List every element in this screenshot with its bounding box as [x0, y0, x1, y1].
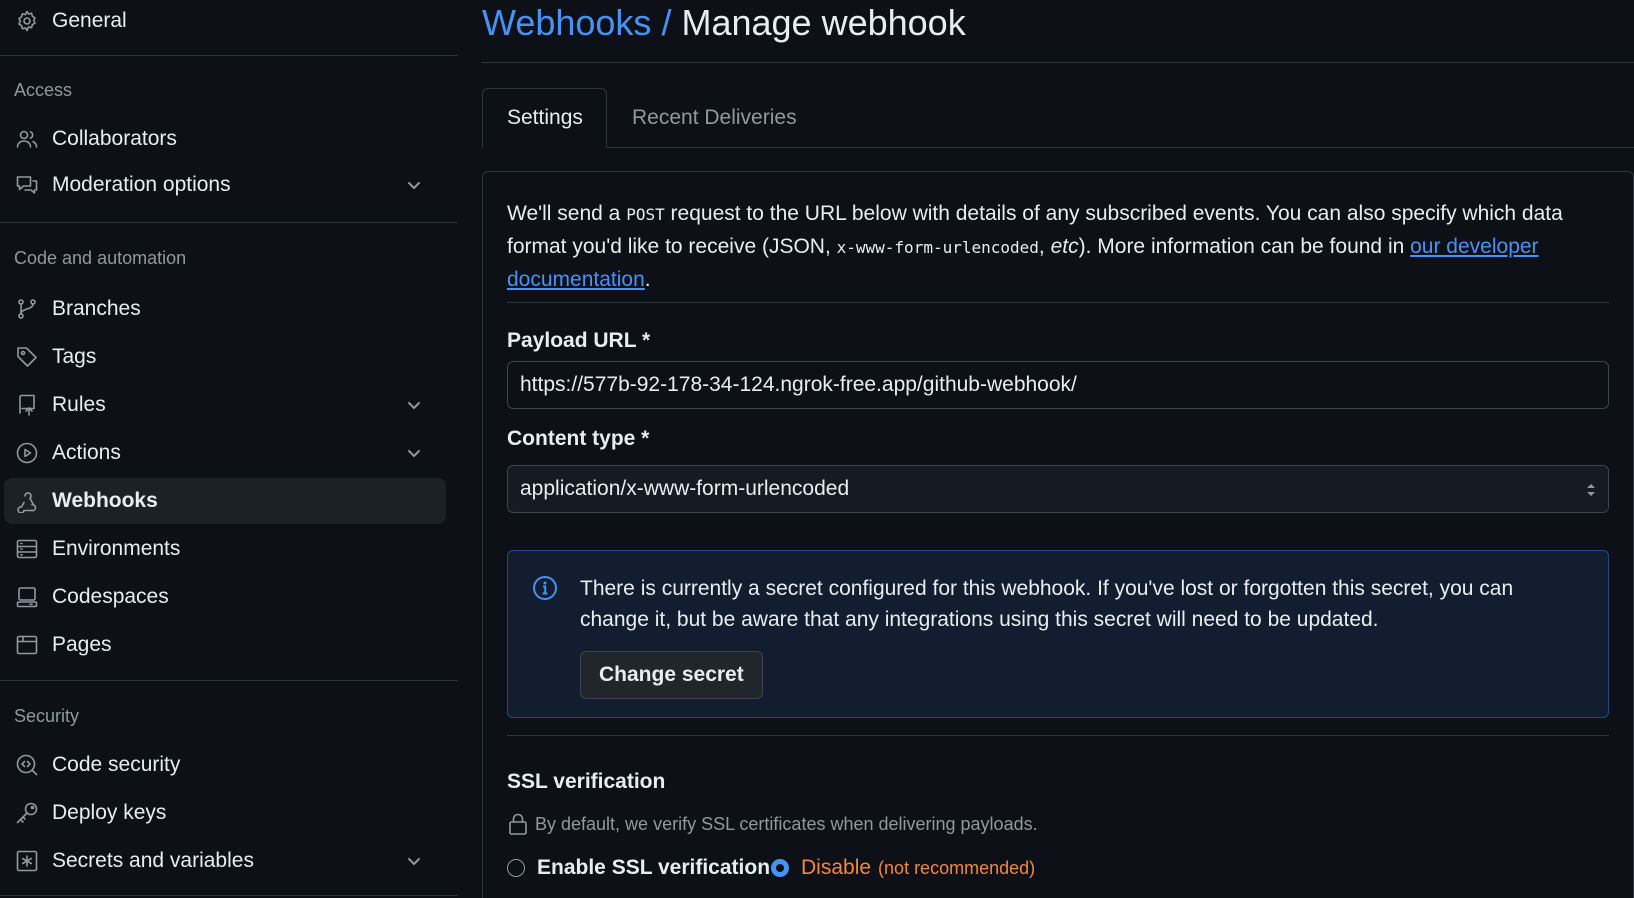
- chevron-down-icon: [404, 175, 424, 195]
- sidebar-item-moderation-options[interactable]: Moderation options: [4, 162, 446, 208]
- page-title: Webhooks / Manage webhook: [482, 2, 966, 44]
- ssl-description-text: By default, we verify SSL certificates w…: [535, 813, 1038, 834]
- gear-icon: [14, 8, 40, 34]
- webhook-icon: [14, 488, 40, 514]
- divider: [482, 62, 1634, 63]
- repo-push-icon: [14, 392, 40, 418]
- sidebar-item-code-security[interactable]: Code security: [4, 742, 446, 788]
- lock-icon: [509, 813, 527, 835]
- chevron-down-icon: [404, 443, 424, 463]
- section-heading-security: Security: [14, 706, 80, 726]
- play-icon: [14, 440, 40, 466]
- enable-ssl-radio[interactable]: Enable SSL verification: [507, 856, 770, 880]
- intro-part: We'll send a: [507, 202, 627, 225]
- chevron-down-icon: [404, 851, 424, 871]
- sidebar-item-label: Secrets and variables: [52, 849, 254, 872]
- radio-button-checked[interactable]: [771, 859, 789, 877]
- tab-settings[interactable]: Settings: [482, 88, 607, 148]
- settings-sidebar: General Access Collaborators Moderation …: [0, 0, 458, 898]
- section-heading-access: Access: [14, 80, 73, 100]
- disable-ssl-radio[interactable]: Disable (not recommended): [771, 856, 1035, 880]
- info-icon: [533, 576, 557, 600]
- asterisk-icon: [14, 848, 40, 874]
- sidebar-item-label: Code security: [52, 753, 181, 776]
- breadcrumb-webhooks-link[interactable]: Webhooks: [482, 2, 651, 43]
- intro-part: ). More information can be found in: [1078, 235, 1411, 258]
- key-icon: [14, 800, 40, 826]
- sidebar-item-label: Deploy keys: [52, 801, 167, 824]
- content-type-label: Content type *: [507, 427, 650, 450]
- content-type-value: application/x-www-form-urlencoded: [520, 477, 850, 500]
- tag-icon: [14, 344, 40, 370]
- intro-part: ,: [1038, 235, 1051, 258]
- sidebar-item-label: Branches: [52, 297, 141, 320]
- post-code: POST: [626, 205, 665, 224]
- content-type-select[interactable]: application/x-www-form-urlencoded: [507, 465, 1609, 513]
- sidebar-item-label: Collaborators: [52, 127, 177, 150]
- sidebar-item-actions[interactable]: Actions: [4, 430, 446, 476]
- chevron-down-icon: [404, 395, 424, 415]
- section-heading-code-automation: Code and automation: [14, 248, 187, 268]
- webhook-settings-panel: We'll send a POST request to the URL bel…: [482, 171, 1634, 898]
- not-recommended-note: (not recommended): [878, 857, 1036, 878]
- sidebar-item-codespaces[interactable]: Codespaces: [4, 574, 446, 620]
- codespaces-icon: [14, 584, 40, 610]
- sidebar-item-label: Rules: [52, 393, 106, 416]
- sidebar-item-rules[interactable]: Rules: [4, 382, 446, 428]
- enable-ssl-label: Enable SSL verification: [537, 856, 771, 879]
- disable-ssl-label: Disable: [801, 856, 872, 879]
- payload-url-input[interactable]: [507, 361, 1609, 409]
- sidebar-item-collaborators[interactable]: Collaborators: [4, 116, 446, 162]
- divider: [0, 895, 458, 896]
- codescan-icon: [14, 752, 40, 778]
- tab-bar: Settings Recent Deliveries: [482, 88, 1634, 148]
- git-branch-icon: [14, 296, 40, 322]
- payload-url-label: Payload URL *: [507, 329, 651, 352]
- sidebar-item-label: Actions: [52, 441, 121, 464]
- sidebar-item-label: Environments: [52, 537, 181, 560]
- browser-icon: [14, 632, 40, 658]
- sidebar-item-label: General: [52, 9, 127, 32]
- sidebar-item-pages[interactable]: Pages: [4, 622, 446, 668]
- divider: [0, 222, 458, 223]
- ssl-verification-description: By default, we verify SSL certificates w…: [507, 812, 1038, 836]
- sidebar-item-label: Webhooks: [52, 489, 158, 512]
- ssl-verification-title: SSL verification: [507, 770, 666, 793]
- radio-button[interactable]: [507, 859, 525, 877]
- server-icon: [14, 536, 40, 562]
- intro-etc: etc: [1050, 235, 1079, 258]
- sidebar-item-secrets-and-variables[interactable]: Secrets and variables: [4, 838, 446, 884]
- sidebar-item-webhooks[interactable]: Webhooks: [4, 478, 446, 524]
- sidebar-item-tags[interactable]: Tags: [4, 334, 446, 380]
- breadcrumb-separator: /: [661, 2, 672, 43]
- intro-part: .: [644, 268, 651, 291]
- change-secret-button[interactable]: Change secret: [580, 651, 763, 699]
- comment-discussion-icon: [14, 172, 40, 198]
- format-code: x-www-form-urlencoded: [836, 238, 1039, 257]
- sidebar-item-environments[interactable]: Environments: [4, 526, 446, 572]
- main-content: Webhooks / Manage webhook Settings Recen…: [482, 0, 1634, 898]
- divider: [507, 302, 1609, 303]
- tab-recent-deliveries[interactable]: Recent Deliveries: [608, 88, 821, 148]
- sidebar-item-deploy-keys[interactable]: Deploy keys: [4, 790, 446, 836]
- divider: [0, 680, 458, 681]
- divider: [0, 55, 458, 56]
- sidebar-item-label: Moderation options: [52, 173, 231, 196]
- sidebar-item-branches[interactable]: Branches: [4, 286, 446, 332]
- page-title-text: Manage webhook: [681, 2, 966, 43]
- select-arrows-icon: [1587, 484, 1595, 496]
- sidebar-item-label: Pages: [52, 633, 112, 656]
- sidebar-item-label: Codespaces: [52, 585, 169, 608]
- intro-text: We'll send a POST request to the URL bel…: [507, 198, 1587, 296]
- sidebar-item-label: Tags: [52, 345, 97, 368]
- people-icon: [14, 126, 40, 152]
- divider: [507, 735, 1609, 736]
- sidebar-item-general[interactable]: General: [4, 0, 446, 44]
- secret-info-banner: There is currently a secret configured f…: [507, 550, 1609, 718]
- secret-info-message: There is currently a secret configured f…: [580, 577, 1514, 631]
